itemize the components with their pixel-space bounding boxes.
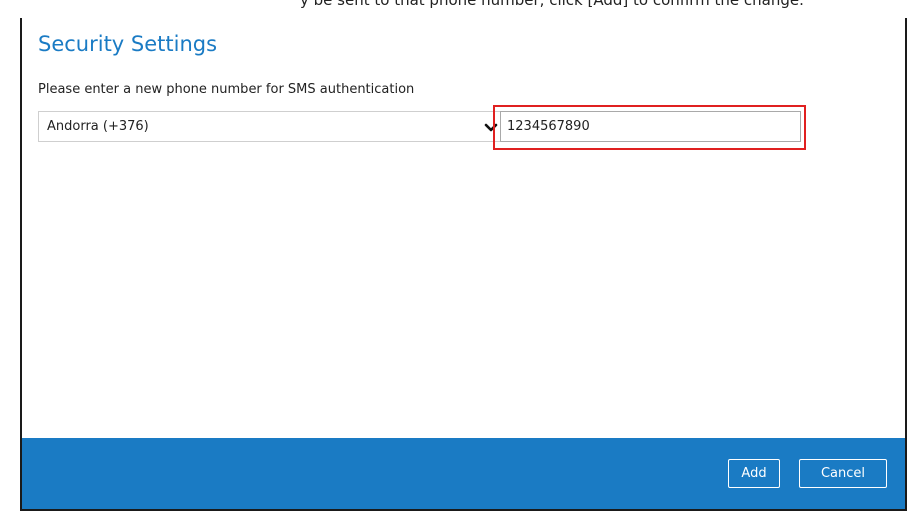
page-title: Security Settings <box>38 32 218 56</box>
country-code-select[interactable]: Andorra (+376) <box>38 111 505 142</box>
cancel-button[interactable]: Cancel <box>799 459 887 488</box>
add-button[interactable]: Add <box>728 459 780 488</box>
country-code-selected-value: Andorra (+376) <box>47 119 149 134</box>
cropped-caption: y be sent to that phone number, click [A… <box>0 0 907 18</box>
instruction-text: Please enter a new phone number for SMS … <box>38 82 415 97</box>
cropped-caption-text: y be sent to that phone number, click [A… <box>300 0 804 9</box>
phone-number-input[interactable] <box>500 111 801 142</box>
security-settings-dialog: Security Settings Please enter a new pho… <box>20 18 907 511</box>
dialog-footer: Add Cancel <box>22 438 905 509</box>
